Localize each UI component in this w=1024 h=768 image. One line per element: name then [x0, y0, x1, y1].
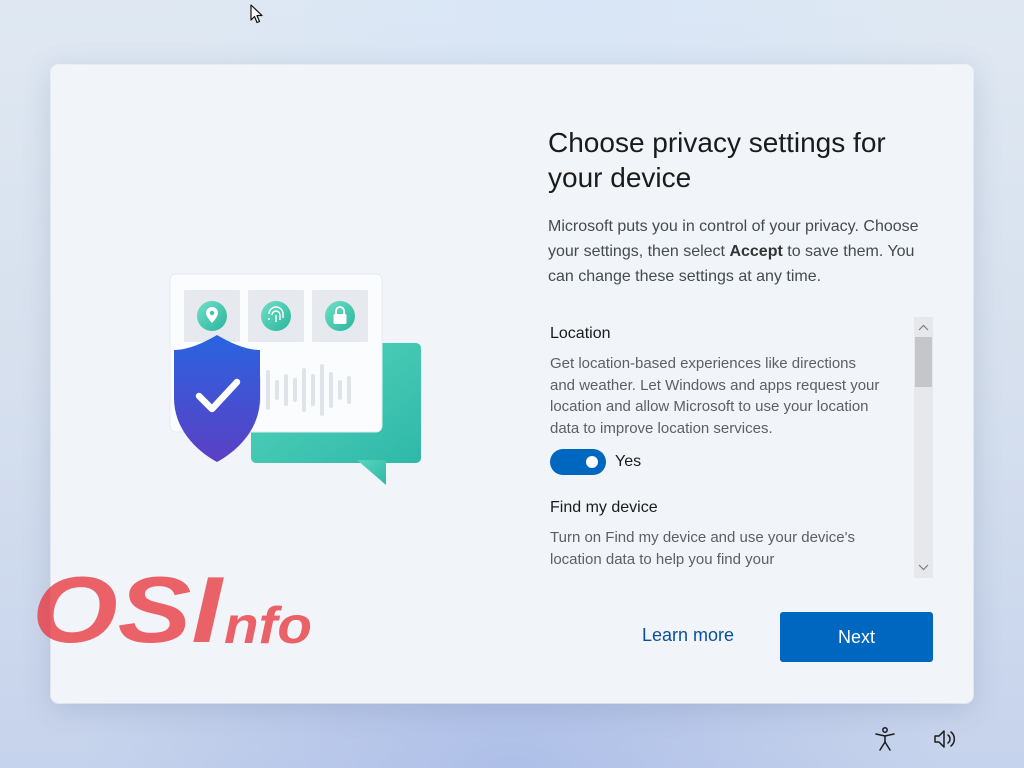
svg-text:nfo: nfo: [224, 597, 312, 655]
lock-icon: [325, 301, 355, 331]
settings-scrollbar[interactable]: [914, 317, 933, 578]
accept-keyword: Accept: [729, 243, 783, 260]
scroll-down-arrow-icon[interactable]: [914, 558, 933, 576]
fingerprint-icon: [261, 301, 291, 331]
osinfo-watermark-logo: OSI nfo: [32, 560, 312, 660]
pointer-cursor-icon: [250, 4, 263, 24]
find-my-device-setting-description: Turn on Find my device and use your devi…: [550, 529, 855, 568]
learn-more-link[interactable]: Learn more: [642, 625, 734, 646]
next-button[interactable]: Next: [780, 612, 933, 662]
page-description: Microsoft puts you in control of your pr…: [548, 218, 919, 285]
page-title: Choose privacy settings for your device: [548, 127, 886, 193]
location-toggle-row: Yes: [550, 448, 880, 476]
scrollbar-thumb[interactable]: [915, 337, 932, 387]
svg-text:OSI: OSI: [32, 560, 224, 660]
location-toggle-label: Yes: [615, 453, 642, 471]
volume-icon[interactable]: [931, 725, 959, 753]
location-setting-description: Get location-based experiences like dire…: [550, 355, 880, 437]
privacy-illustration: [169, 273, 421, 485]
accessibility-icon[interactable]: [871, 725, 899, 753]
location-toggle[interactable]: [550, 449, 606, 476]
settings-list[interactable]: Location Get location-based experiences …: [550, 317, 931, 578]
location-pin-icon: [197, 301, 227, 331]
location-setting-title: Location: [550, 325, 611, 342]
shield-check-icon: [174, 335, 260, 462]
find-my-device-setting-title: Find my device: [550, 499, 658, 517]
scroll-up-arrow-icon[interactable]: [914, 319, 933, 337]
